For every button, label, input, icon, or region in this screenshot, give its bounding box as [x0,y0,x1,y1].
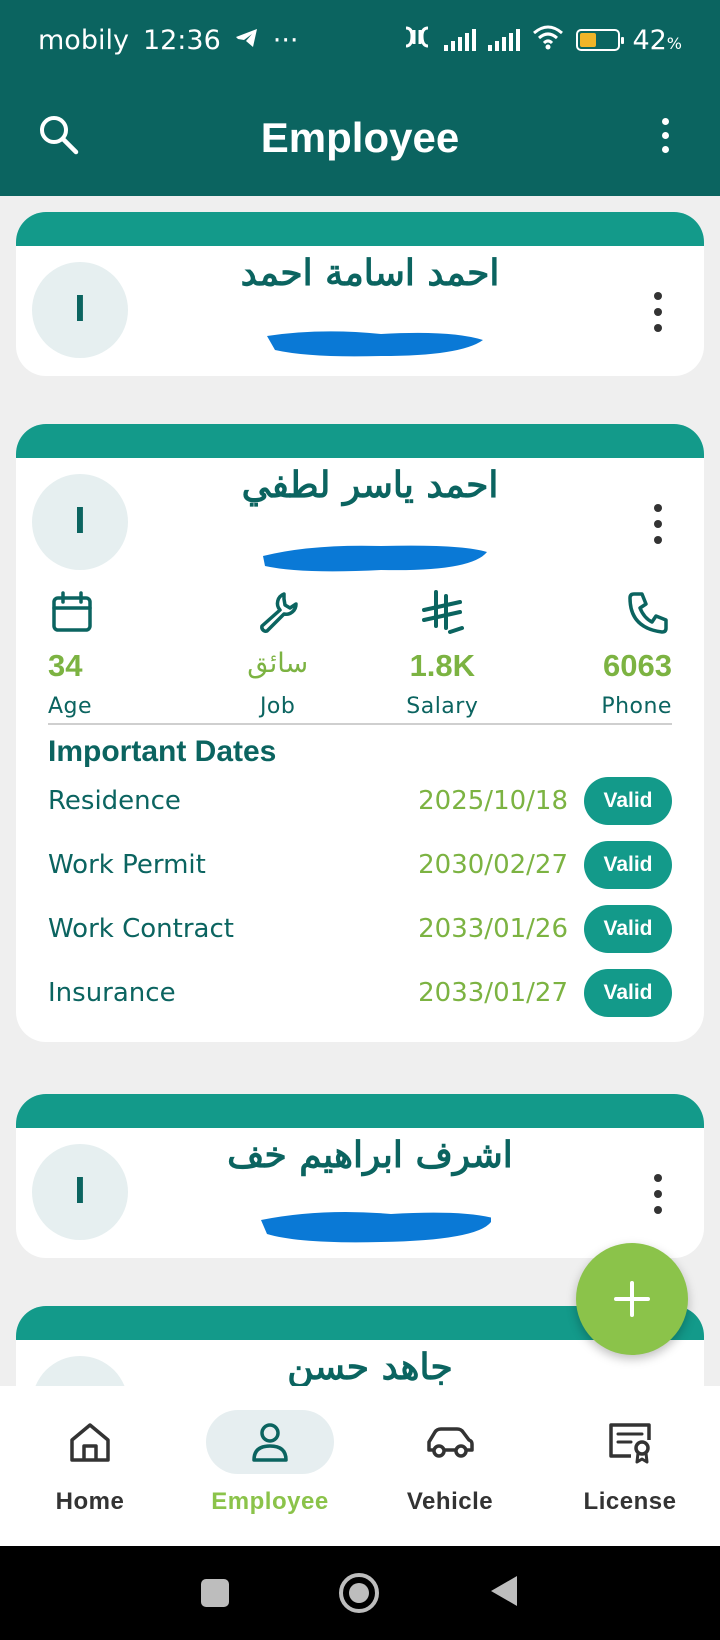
employee-name: احمد ياسر لطفي [241,464,499,506]
status-badge: Valid [584,777,672,825]
calendar-icon [52,591,92,632]
plus-icon [614,1281,650,1317]
redaction-mark [263,545,487,572]
wifi-icon [532,24,564,57]
signal-icon [488,29,521,51]
employee-stats: 34 Age سائق Job 1.8K Salary 6063 Phone [16,588,704,719]
car-icon [427,1427,474,1458]
nav-label: Vehicle [406,1488,494,1515]
date-label: Work Permit [48,850,206,880]
search-icon[interactable] [34,110,84,160]
avatar: ا [32,262,128,358]
avatar [32,1356,128,1386]
card-header-band [16,1094,704,1128]
nav-employee[interactable]: Employee [180,1386,360,1546]
date-value: 2033/01/27 [418,978,568,1008]
battery-icon [576,29,625,51]
card-header-band [16,424,704,458]
status-badge: Valid [584,969,672,1017]
stat-label: Age [48,694,93,719]
card-menu-icon[interactable] [648,1174,668,1214]
employee-card[interactable]: ا احمد اسامة احمد [16,212,704,376]
stat-label: Salary [406,694,479,719]
employee-name: اشرف ابراهيم خف [227,1134,513,1176]
stat-value: 6063 [603,648,672,683]
date-value: 2025/10/18 [418,786,568,816]
nav-label: Home [55,1488,125,1515]
stat-salary: 1.8K Salary [377,588,507,719]
status-bar: mobily 12:36 ··· 42% [0,0,720,80]
date-row-work-contract: Work Contract 2033/01/26 Valid [48,897,672,961]
system-navigation-bar [0,1546,720,1640]
employee-list[interactable]: ا احمد اسامة احمد ا احمد ياسر لطفي 34 Ag… [0,196,720,1386]
card-menu-icon[interactable] [648,504,668,544]
battery-percent: 42% [632,24,682,56]
nav-label: License [583,1488,677,1515]
riyal-icon [422,590,465,634]
home-button[interactable] [339,1573,379,1613]
redaction-mark [267,331,483,357]
telegram-icon [235,25,259,56]
date-row-residence: Residence 2025/10/18 Valid [48,769,672,833]
nav-home[interactable]: Home [0,1386,180,1546]
employee-card-expanded[interactable]: ا احمد ياسر لطفي 34 Age سائق Job 1.8K Sa… [16,424,704,1042]
avatar: ا [32,1144,128,1240]
overflow-menu-icon[interactable] [640,110,690,160]
stat-age: 34 Age [48,588,178,719]
back-button[interactable] [489,1574,519,1612]
carrier-label: mobily [38,24,129,56]
important-dates-title: Important Dates [48,735,277,768]
stat-job: سائق Job [213,588,343,719]
status-badge: Valid [584,905,672,953]
certificate-icon [609,1423,651,1464]
signal-icon [444,29,477,51]
home-icon [70,1423,110,1462]
app-bar: Employee [0,80,720,196]
stat-value: سائق [247,648,309,679]
employee-name: احمد اسامة احمد [240,252,500,294]
date-row-insurance: Insurance 2033/01/27 Valid [48,961,672,1025]
recents-button[interactable] [201,1579,229,1607]
home-button-dot [349,1583,369,1603]
phone-icon [628,592,668,634]
stat-label: Job [259,694,296,719]
date-label: Work Contract [48,914,234,944]
nav-vehicle[interactable]: Vehicle [360,1386,540,1546]
vibrate-icon [402,24,432,57]
date-value: 2030/02/27 [418,850,568,880]
clock: 12:36 [142,24,221,56]
nav-label: Employee [211,1488,329,1515]
redaction-mark [261,1212,491,1243]
date-label: Residence [48,786,181,816]
more-notifications-icon: ··· [272,24,299,56]
card-menu-icon[interactable] [648,292,668,332]
add-employee-button[interactable] [576,1243,688,1355]
avatar: ا [32,474,128,570]
stat-phone[interactable]: 6063 Phone [542,588,672,719]
stat-value: 1.8K [409,648,476,683]
employee-card[interactable]: ا اشرف ابراهيم خف [16,1094,704,1258]
date-label: Insurance [48,978,176,1008]
card-header-band [16,212,704,246]
person-icon [252,1423,288,1462]
page-title: Employee [260,114,460,161]
date-row-work-permit: Work Permit 2030/02/27 Valid [48,833,672,897]
wrench-icon [259,592,298,633]
stat-label: Phone [601,694,672,719]
date-value: 2033/01/26 [418,914,568,944]
status-badge: Valid [584,841,672,889]
stat-value: 34 [48,648,83,683]
bottom-navigation: Home Employee Vehicle License [0,1386,720,1546]
employee-name: جاهد حسن [287,1346,453,1386]
nav-license[interactable]: License [540,1386,720,1546]
divider [48,723,672,725]
